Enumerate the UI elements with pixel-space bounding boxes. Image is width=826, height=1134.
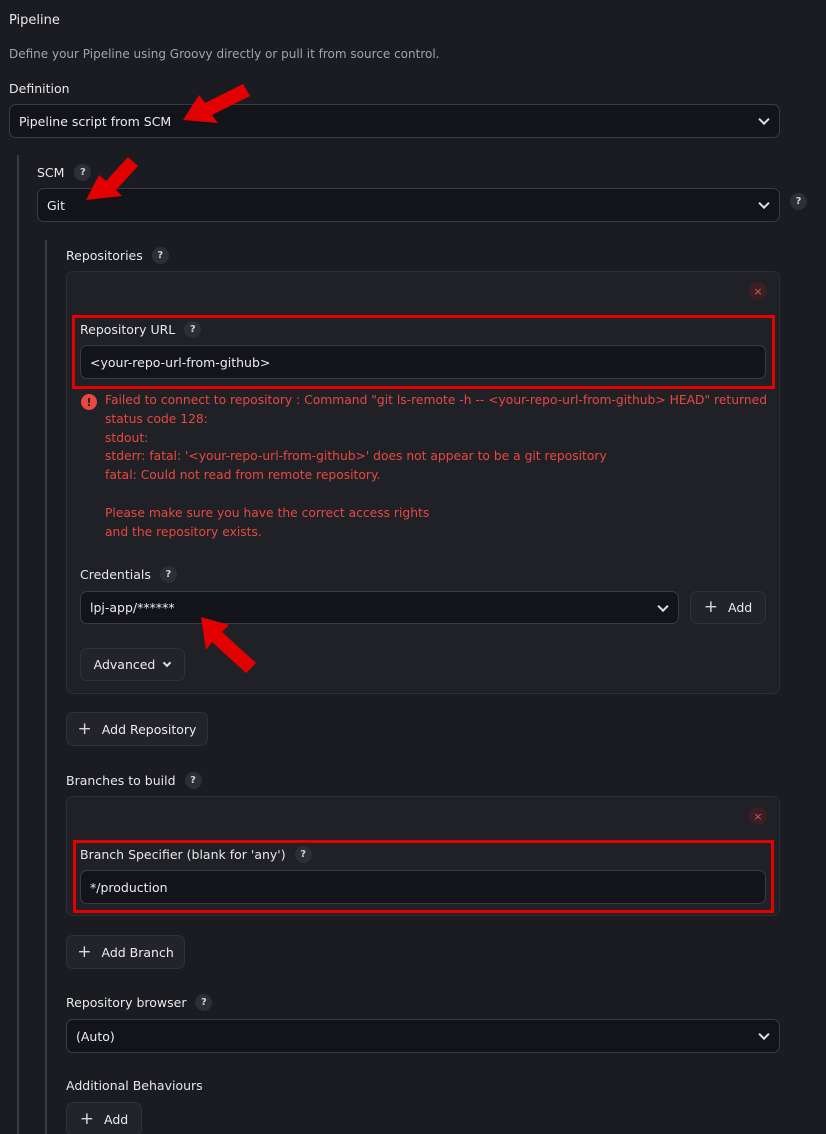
annotation-arrows — [86, 84, 256, 673]
annotation-arrow — [86, 157, 138, 200]
annotation-arrow — [183, 84, 250, 123]
annotation-arrow — [201, 617, 256, 673]
